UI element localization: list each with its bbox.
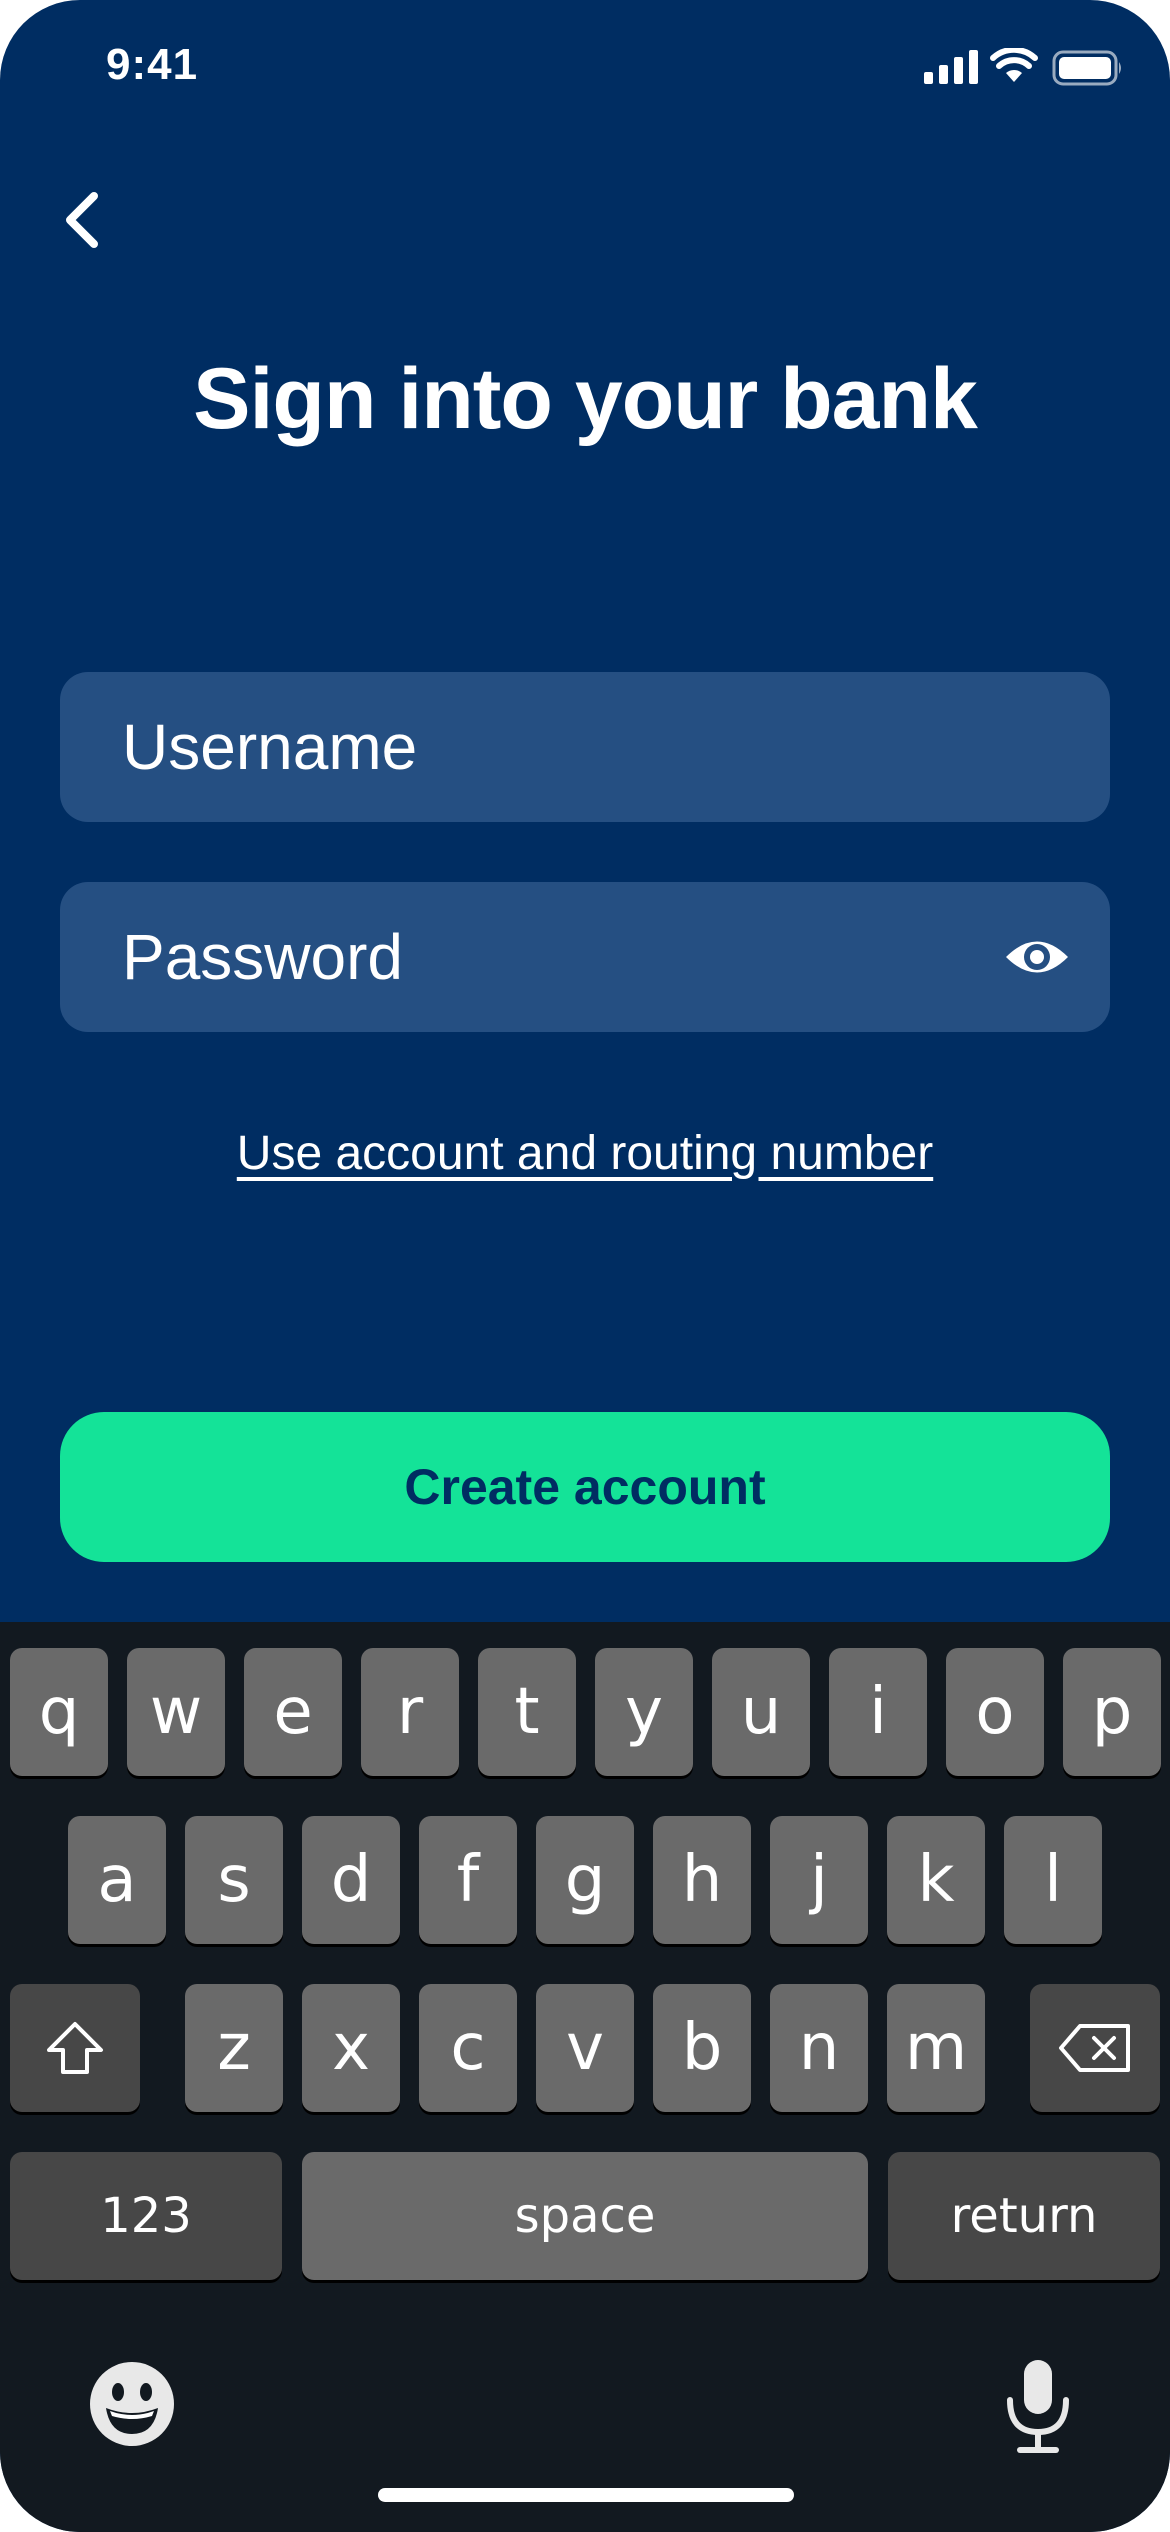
page-title: Sign into your bank <box>193 351 978 447</box>
delete-key[interactable] <box>1030 1984 1160 2112</box>
microphone-icon <box>1007 2360 1069 2453</box>
status-time: 9:41 <box>106 40 199 89</box>
username-field-container <box>60 672 1110 822</box>
cellular-signal-icon <box>924 50 978 84</box>
key-u[interactable]: u <box>712 1648 810 1776</box>
password-field-container <box>60 882 1110 1032</box>
key-o[interactable]: o <box>946 1648 1044 1776</box>
key-i[interactable]: i <box>829 1648 927 1776</box>
emoji-icon <box>90 2362 174 2446</box>
password-input[interactable] <box>60 882 1110 1032</box>
key-t[interactable]: t <box>478 1648 576 1776</box>
key-w[interactable]: w <box>127 1648 225 1776</box>
shift-key[interactable] <box>10 1984 140 2112</box>
eye-icon <box>1006 941 1068 973</box>
key-d[interactable]: d <box>302 1816 400 1944</box>
username-input[interactable] <box>60 672 1110 822</box>
microphone-button[interactable] <box>1002 2356 1074 2456</box>
show-password-button[interactable] <box>1004 924 1070 990</box>
sign-in-screen: 9:41 Sign into your bank Username Use ac… <box>0 0 1170 2532</box>
key-f[interactable]: f <box>419 1816 517 1944</box>
key-r[interactable]: r <box>361 1648 459 1776</box>
key-k[interactable]: k <box>887 1816 985 1944</box>
key-s[interactable]: s <box>185 1816 283 1944</box>
battery-icon <box>1052 50 1121 86</box>
key-a[interactable]: a <box>68 1816 166 1944</box>
key-v[interactable]: v <box>536 1984 634 2112</box>
key-c[interactable]: c <box>419 1984 517 2112</box>
numbers-key[interactable]: 123 <box>10 2152 282 2280</box>
key-q[interactable]: q <box>10 1648 108 1776</box>
chevron-left-icon <box>66 192 98 248</box>
key-j[interactable]: j <box>770 1816 868 1944</box>
create-account-button[interactable]: Create account <box>60 1412 1110 1562</box>
key-e[interactable]: e <box>244 1648 342 1776</box>
shift-icon <box>47 2022 103 2074</box>
key-x[interactable]: x <box>302 1984 400 2112</box>
key-l[interactable]: l <box>1004 1816 1102 1944</box>
emoji-button[interactable] <box>88 2360 176 2448</box>
key-y[interactable]: y <box>595 1648 693 1776</box>
backspace-icon <box>1059 2024 1130 2072</box>
home-indicator[interactable] <box>378 2488 794 2502</box>
key-h[interactable]: h <box>653 1816 751 1944</box>
key-g[interactable]: g <box>536 1816 634 1944</box>
account-routing-link[interactable]: Use account and routing number <box>0 1126 1170 1181</box>
wifi-icon <box>990 48 1038 82</box>
key-b[interactable]: b <box>653 1984 751 2112</box>
return-key[interactable]: return <box>888 2152 1160 2280</box>
key-p[interactable]: p <box>1063 1648 1161 1776</box>
key-n[interactable]: n <box>770 1984 868 2112</box>
key-z[interactable]: z <box>185 1984 283 2112</box>
status-bar: 9:41 <box>0 0 1170 140</box>
back-button[interactable] <box>46 180 122 260</box>
space-key[interactable]: space <box>302 2152 868 2280</box>
key-m[interactable]: m <box>887 1984 985 2112</box>
